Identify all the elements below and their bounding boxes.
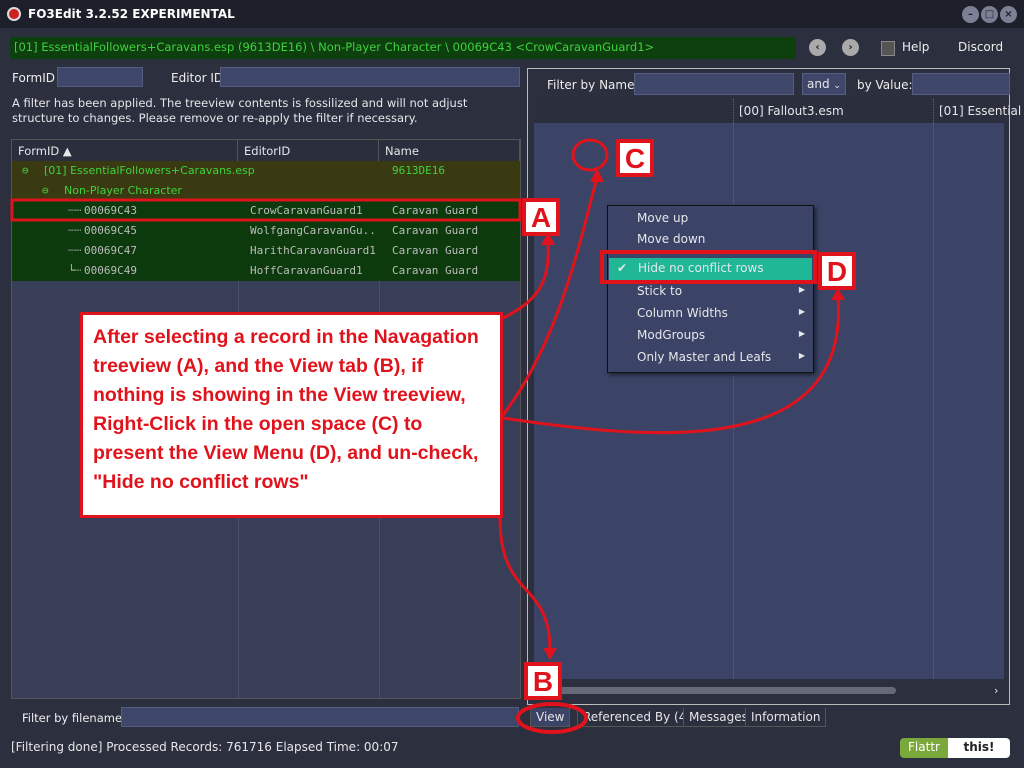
tree-plugin-row[interactable]: ⊖ [01] EssentialFollowers+Caravans.esp 9… <box>12 161 520 181</box>
view-context-menu: Move up Move down ✔ Hide no conflict rows… <box>607 205 814 373</box>
menu-item-only-master-and-leafs[interactable]: Only Master and Leafs ▶ <box>608 347 813 369</box>
close-button[interactable]: × <box>1000 6 1017 23</box>
help-icon <box>881 41 895 56</box>
submenu-arrow-icon: ▶ <box>798 329 805 338</box>
name-cell: Caravan Guard <box>392 204 479 217</box>
editorid-cell: HoffCaravanGuard1 <box>250 264 363 277</box>
by-value-input[interactable] <box>912 73 1010 95</box>
table-row[interactable]: ┈┈ 00069C45 WolfgangCaravanGu... Caravan Gu… <box>12 221 520 241</box>
formid-cell: 00069C49 <box>84 264 137 277</box>
app-title: FO3Edit 3.2.52 EXPERIMENTAL <box>28 7 235 21</box>
submenu-arrow-icon: ▶ <box>798 351 805 360</box>
editorid-input[interactable] <box>220 67 520 87</box>
editorid-cell: CrowCaravanGuard1 <box>250 204 363 217</box>
menu-label: Stick to <box>637 284 683 298</box>
group-name: Non-Player Character <box>64 184 182 197</box>
column-name[interactable]: Name <box>379 140 520 161</box>
editorid-label: Editor ID <box>171 71 224 85</box>
view-panel: Filter by Name: and ⌄ by Value: [00] Fal… <box>527 68 1021 705</box>
by-value-label: by Value: <box>857 78 913 92</box>
filter-filename-label: Filter by filename: <box>22 711 126 725</box>
menu-item-move-down[interactable]: Move down <box>608 229 813 251</box>
editorid-cell: HarithCaravanGuard1 <box>250 244 376 257</box>
plugin-name: [01] EssentialFollowers+Caravans.esp <box>44 164 255 177</box>
annotation-tag-b: B <box>524 662 562 700</box>
and-or-select[interactable]: and ⌄ <box>802 73 846 95</box>
name-cell: Caravan Guard <box>392 264 479 277</box>
formid-cell: 00069C47 <box>84 244 137 257</box>
filter-by-name-label: Filter by Name: <box>547 78 639 92</box>
menu-item-move-up[interactable]: Move up <box>608 208 813 230</box>
check-icon: ✔ <box>617 261 628 275</box>
tab-messages[interactable]: Messages <box>683 708 754 727</box>
submenu-arrow-icon: ▶ <box>798 307 805 316</box>
back-icon[interactable]: ‹ <box>809 39 826 56</box>
menu-label: Move down <box>637 232 706 246</box>
discord-button[interactable]: Discord <box>958 40 1003 54</box>
column-formid[interactable]: FormID ▲ <box>12 140 238 161</box>
app-icon <box>7 7 21 21</box>
menu-item-stick-to[interactable]: Stick to ▶ <box>608 281 813 303</box>
menu-label: Column Widths <box>637 306 728 320</box>
help-button[interactable]: Help <box>902 40 929 54</box>
horizontal-scrollbar[interactable] <box>554 687 896 694</box>
minimize-button[interactable]: – <box>962 6 979 23</box>
tab-referenced-by[interactable]: Referenced By (4) <box>577 708 698 727</box>
tab-view[interactable]: View <box>530 708 571 727</box>
filter-message: A filter has been applied. The treeview … <box>12 96 468 125</box>
name-cell: Caravan Guard <box>392 224 479 237</box>
scroll-right-icon[interactable]: › <box>994 684 998 697</box>
tab-information[interactable]: Information <box>745 708 827 727</box>
formid-cell: 00069C43 <box>84 204 137 217</box>
column-editorid[interactable]: EditorID <box>238 140 379 161</box>
formid-label: FormID <box>12 71 56 85</box>
flattr-this-label: this! <box>948 738 1010 758</box>
title-bar: FO3Edit 3.2.52 EXPERIMENTAL – □ × <box>0 0 1024 28</box>
chevron-down-icon: ⌄ <box>833 81 841 91</box>
forward-icon[interactable]: › <box>842 39 859 56</box>
formid-input[interactable] <box>57 67 143 87</box>
view-treeview[interactable]: [00] Fallout3.esm [01] Essential <box>534 99 1021 694</box>
menu-item-modgroups[interactable]: ModGroups ▶ <box>608 325 813 347</box>
maximize-button[interactable]: □ <box>981 6 998 23</box>
table-row[interactable]: ┈┈ 00069C43 CrowCaravanGuard1 Caravan Guard <box>12 201 520 221</box>
record-path: [01] EssentialFollowers+Caravans.esp (96… <box>10 37 796 59</box>
submenu-arrow-icon: ▶ <box>798 285 805 294</box>
menu-label: Only Master and Leafs <box>637 350 772 364</box>
filter-by-name-input[interactable] <box>634 73 794 95</box>
menu-item-hide-no-conflict-rows[interactable]: ✔ Hide no conflict rows <box>609 258 812 280</box>
formid-cell: 00069C45 <box>84 224 137 237</box>
annotation-tag-d: D <box>818 252 856 290</box>
column-essential[interactable]: [01] Essential <box>939 104 1021 118</box>
status-bar: [Filtering done] Processed Records: 7617… <box>11 740 399 754</box>
menu-item-column-widths[interactable]: Column Widths ▶ <box>608 303 813 325</box>
filter-filename-input[interactable] <box>121 707 519 727</box>
name-cell: Caravan Guard <box>392 244 479 257</box>
menu-label: ModGroups <box>637 328 706 342</box>
flattr-label: Flattr <box>900 738 948 758</box>
annotation-callout: After selecting a record in the Navagati… <box>80 312 503 518</box>
flattr-button[interactable]: Flattr this! <box>900 738 1010 758</box>
editorid-cell: WolfgangCaravanGu... <box>250 224 378 237</box>
plugin-crc: 9613DE16 <box>392 164 445 177</box>
menu-label: Hide no conflict rows <box>638 261 764 275</box>
menu-label: Move up <box>637 211 689 225</box>
column-fallout3[interactable]: [00] Fallout3.esm <box>739 104 844 118</box>
annotation-tag-a: A <box>522 198 560 236</box>
and-or-value: and <box>807 77 830 91</box>
table-row[interactable]: └┈ 00069C49 HoffCaravanGuard1 Caravan Guard <box>12 261 520 281</box>
tree-group-row[interactable]: ⊖ Non-Player Character <box>12 181 520 201</box>
annotation-tag-c: C <box>616 139 654 177</box>
table-row[interactable]: ┈┈ 00069C47 HarithCaravanGuard1 Caravan Gua… <box>12 241 520 261</box>
